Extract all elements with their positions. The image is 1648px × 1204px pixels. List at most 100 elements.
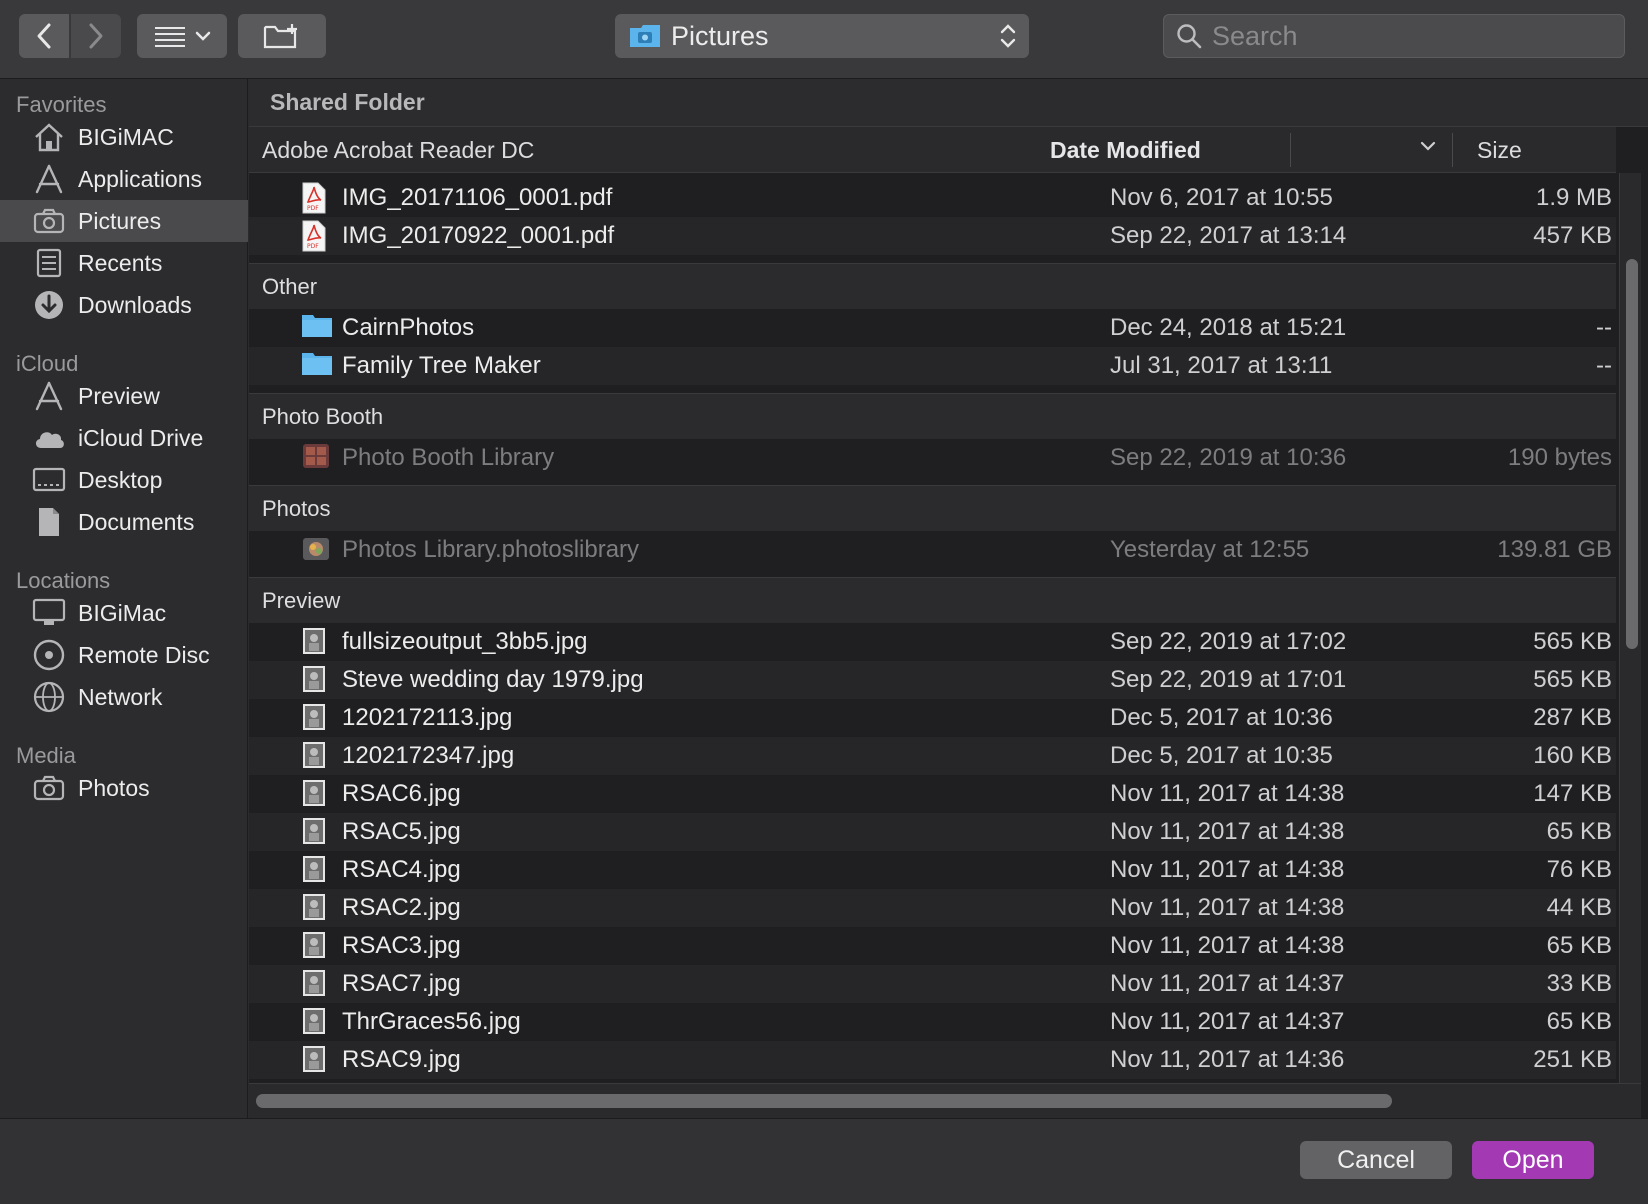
sidebar-item-label: Network bbox=[78, 683, 163, 710]
file-date-modified: Sep 22, 2017 at 13:14 bbox=[1110, 222, 1347, 249]
sidebar-item-preview[interactable]: Preview bbox=[0, 375, 248, 417]
home-icon bbox=[32, 120, 66, 154]
document-icon bbox=[32, 505, 66, 539]
file-name: ThrGraces56.jpg bbox=[342, 1008, 521, 1035]
folder-icon bbox=[301, 312, 332, 344]
horizontal-scrollbar[interactable] bbox=[249, 1083, 1641, 1118]
file-date-modified: Sep 22, 2019 at 10:36 bbox=[1110, 444, 1347, 471]
sidebar-item-photos[interactable]: Photos bbox=[0, 767, 248, 809]
file-row[interactable]: 1202172347.jpg Dec 5, 2017 at 10:35 160 KB bbox=[249, 737, 1616, 775]
file-date-modified: Nov 11, 2017 at 14:37 bbox=[1110, 1008, 1345, 1035]
file-size: 565 KB bbox=[1533, 666, 1612, 693]
monitor-icon bbox=[32, 596, 66, 630]
file-row[interactable]: Steve wedding day 1979.jpg Sep 22, 2019 a… bbox=[249, 661, 1616, 699]
image-thumb-icon bbox=[301, 968, 331, 1000]
file-date-modified: Nov 11, 2017 at 14:38 bbox=[1110, 780, 1345, 807]
file-row[interactable]: CairnPhotos Dec 24, 2018 at 15:21 -- bbox=[249, 309, 1616, 347]
cancel-button[interactable]: Cancel bbox=[1300, 1141, 1452, 1179]
file-row[interactable]: RSAC3.jpg Nov 11, 2017 at 14:38 65 KB bbox=[249, 927, 1616, 965]
file-row[interactable]: RSAC9.jpg Nov 11, 2017 at 14:36 251 KB bbox=[249, 1041, 1616, 1079]
file-size: 139.81 GB bbox=[1497, 536, 1612, 563]
sidebar-item-label: Downloads bbox=[78, 291, 192, 318]
image-thumb-icon bbox=[301, 702, 331, 734]
camera-icon bbox=[32, 771, 66, 805]
file-row[interactable]: Photo Booth Library Sep 22, 2019 at 10:36… bbox=[249, 439, 1616, 477]
sidebar-item-label: Photos bbox=[78, 774, 150, 801]
photos-library-icon bbox=[301, 534, 331, 566]
sidebar-item-downloads[interactable]: Downloads bbox=[0, 284, 248, 326]
pdf-icon: PDF bbox=[301, 220, 331, 252]
file-date-modified: Yesterday at 12:55 bbox=[1110, 536, 1310, 563]
vertical-scrollbar[interactable] bbox=[1619, 173, 1641, 1083]
back-button[interactable] bbox=[19, 14, 69, 58]
column-size[interactable]: Size bbox=[1477, 137, 1522, 164]
applications-icon bbox=[32, 162, 66, 196]
column-divider[interactable] bbox=[1452, 133, 1453, 167]
file-name: RSAC6.jpg bbox=[342, 780, 461, 807]
file-name: fullsizeoutput_3bb5.jpg bbox=[342, 628, 588, 655]
search-field[interactable] bbox=[1163, 14, 1625, 58]
file-row[interactable]: PDF IMG_20171106_0001.pdf Nov 6, 2017 at 1… bbox=[249, 179, 1616, 217]
view-options-button[interactable] bbox=[137, 14, 227, 58]
sidebar-item-bigimac[interactable]: BIGiMAC bbox=[0, 116, 248, 158]
vertical-scroll-thumb[interactable] bbox=[1626, 259, 1638, 649]
sidebar-item-bigimac[interactable]: BIGiMac bbox=[0, 592, 248, 634]
sidebar-item-documents[interactable]: Documents bbox=[0, 501, 248, 543]
chevron-down-icon bbox=[195, 31, 211, 41]
file-size: 565 KB bbox=[1533, 628, 1612, 655]
file-row[interactable]: PDF IMG_20170922_0001.pdf Sep 22, 2017 at … bbox=[249, 217, 1616, 255]
path-popup[interactable]: Pictures bbox=[615, 14, 1029, 58]
sidebar-item-pictures[interactable]: Pictures bbox=[0, 200, 248, 242]
file-name: 1202172347.jpg bbox=[342, 742, 515, 769]
file-row[interactable]: 1202172113.jpg Dec 5, 2017 at 10:36 287 KB bbox=[249, 699, 1616, 737]
desktop-icon bbox=[32, 463, 66, 497]
file-date-modified: Nov 11, 2017 at 14:36 bbox=[1110, 1046, 1345, 1073]
sidebar-item-label: BIGiMAC bbox=[78, 123, 174, 150]
file-name: IMG_20170922_0001.pdf bbox=[342, 222, 615, 249]
file-size: 33 KB bbox=[1546, 970, 1612, 997]
new-folder-button[interactable] bbox=[238, 14, 326, 58]
file-row[interactable]: RSAC7.jpg Nov 11, 2017 at 14:37 33 KB bbox=[249, 965, 1616, 1003]
svg-text:PDF: PDF bbox=[307, 243, 319, 250]
file-row[interactable]: Family Tree Maker Jul 31, 2017 at 13:11 -- bbox=[249, 347, 1616, 385]
sidebar-item-network[interactable]: Network bbox=[0, 676, 248, 718]
file-name: IMG_20171106_0001.pdf bbox=[342, 184, 613, 211]
file-row[interactable]: Photos Library.photoslibrary Yesterday at… bbox=[249, 531, 1616, 569]
sidebar-item-remote-disc[interactable]: Remote Disc bbox=[0, 634, 248, 676]
file-browser: Shared Folder Adobe Acrobat Reader DC Da… bbox=[249, 79, 1648, 1118]
location-header: Shared Folder bbox=[249, 79, 1648, 127]
file-date-modified: Nov 11, 2017 at 14:38 bbox=[1110, 818, 1345, 845]
sidebar-item-recents[interactable]: Recents bbox=[0, 242, 248, 284]
file-row[interactable]: RSAC2.jpg Nov 11, 2017 at 14:38 44 KB bbox=[249, 889, 1616, 927]
image-thumb-icon bbox=[301, 930, 331, 962]
file-size: 251 KB bbox=[1533, 1046, 1612, 1073]
file-size: 76 KB bbox=[1546, 856, 1612, 883]
file-size: 160 KB bbox=[1533, 742, 1612, 769]
column-date-modified[interactable]: Date Modified bbox=[1050, 137, 1201, 164]
file-row[interactable]: RSAC5.jpg Nov 11, 2017 at 14:38 65 KB bbox=[249, 813, 1616, 851]
file-row[interactable]: RSAC4.jpg Nov 11, 2017 at 14:38 76 KB bbox=[249, 851, 1616, 889]
file-name: RSAC7.jpg bbox=[342, 970, 461, 997]
file-row[interactable]: ThrGraces56.jpg Nov 11, 2017 at 14:37 65 K… bbox=[249, 1003, 1616, 1041]
sidebar-item-label: Pictures bbox=[78, 207, 162, 234]
file-date-modified: Nov 11, 2017 at 14:38 bbox=[1110, 856, 1345, 883]
open-button[interactable]: Open bbox=[1472, 1141, 1594, 1179]
file-size: 65 KB bbox=[1546, 932, 1612, 959]
sidebar-item-desktop[interactable]: Desktop bbox=[0, 459, 248, 501]
horizontal-scroll-thumb[interactable] bbox=[256, 1094, 1392, 1108]
image-thumb-icon bbox=[301, 1044, 331, 1076]
folder-icon bbox=[301, 350, 332, 382]
file-row[interactable]: RSAC6.jpg Nov 11, 2017 at 14:38 147 KB bbox=[249, 775, 1616, 813]
file-row[interactable]: fullsizeoutput_3bb5.jpg Sep 22, 2019 at 1… bbox=[249, 623, 1616, 661]
sidebar-item-icloud-drive[interactable]: iCloud Drive bbox=[0, 417, 248, 459]
file-name: Photos Library.photoslibrary bbox=[342, 536, 640, 563]
sidebar-item-applications[interactable]: Applications bbox=[0, 158, 248, 200]
dialog-footer: Cancel Open bbox=[0, 1118, 1648, 1204]
sidebar-item-label: Remote Disc bbox=[78, 641, 210, 668]
column-name[interactable]: Adobe Acrobat Reader DC bbox=[262, 137, 534, 164]
forward-button[interactable] bbox=[71, 14, 121, 58]
file-size: 287 KB bbox=[1533, 704, 1612, 731]
column-divider[interactable] bbox=[1290, 133, 1291, 167]
search-input[interactable] bbox=[1212, 20, 1592, 52]
file-name: Family Tree Maker bbox=[342, 352, 541, 379]
